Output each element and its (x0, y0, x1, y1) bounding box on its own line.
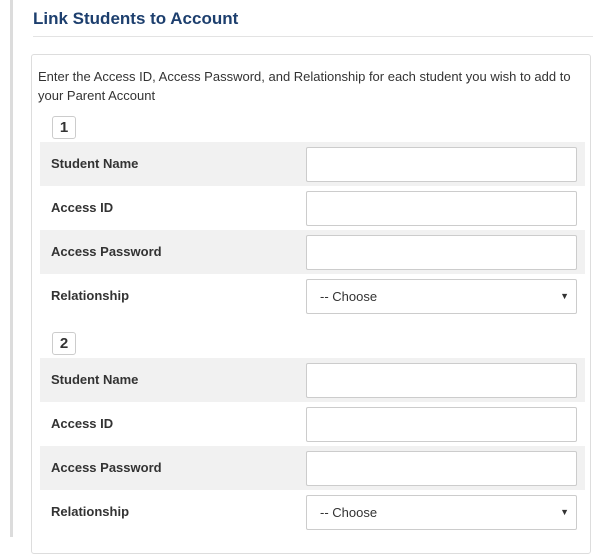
access-password-label: Access Password (51, 244, 162, 259)
student-block-1: 1 Student Name Access ID Access Password… (40, 116, 585, 318)
student-name-label: Student Name (51, 372, 139, 387)
student-name-row: Student Name (40, 142, 585, 186)
chevron-down-icon: ▼ (560, 507, 569, 517)
relationship-select-value: -- Choose (320, 505, 378, 520)
student-name-label: Student Name (51, 156, 139, 171)
access-password-row: Access Password (40, 230, 585, 274)
relationship-row: Relationship -- Choose ▼ (40, 274, 585, 318)
student-name-input[interactable] (306, 363, 577, 398)
access-id-row: Access ID (40, 186, 585, 230)
student-number-badge: 2 (52, 332, 76, 355)
chevron-down-icon: ▼ (560, 291, 569, 301)
left-divider (10, 0, 13, 537)
relationship-select[interactable]: -- Choose ▼ (306, 495, 577, 530)
student-block-2: 2 Student Name Access ID Access Password… (40, 332, 585, 534)
title-divider (33, 36, 593, 37)
student-number-badge: 1 (52, 116, 76, 139)
access-password-input[interactable] (306, 451, 577, 486)
access-id-input[interactable] (306, 407, 577, 442)
relationship-select[interactable]: -- Choose ▼ (306, 279, 577, 314)
intro-text: Enter the Access ID, Access Password, an… (38, 69, 571, 103)
student-name-input[interactable] (306, 147, 577, 182)
access-password-input[interactable] (306, 235, 577, 270)
access-password-label: Access Password (51, 460, 162, 475)
access-id-label: Access ID (51, 200, 114, 215)
relationship-row: Relationship -- Choose ▼ (40, 490, 585, 534)
relationship-label: Relationship (51, 504, 130, 519)
relationship-label: Relationship (51, 288, 130, 303)
access-id-input[interactable] (306, 191, 577, 226)
access-id-label: Access ID (51, 416, 114, 431)
access-id-row: Access ID (40, 402, 585, 446)
student-name-row: Student Name (40, 358, 585, 402)
access-password-row: Access Password (40, 446, 585, 490)
page-title: Link Students to Account (33, 9, 239, 28)
relationship-select-value: -- Choose (320, 289, 378, 304)
